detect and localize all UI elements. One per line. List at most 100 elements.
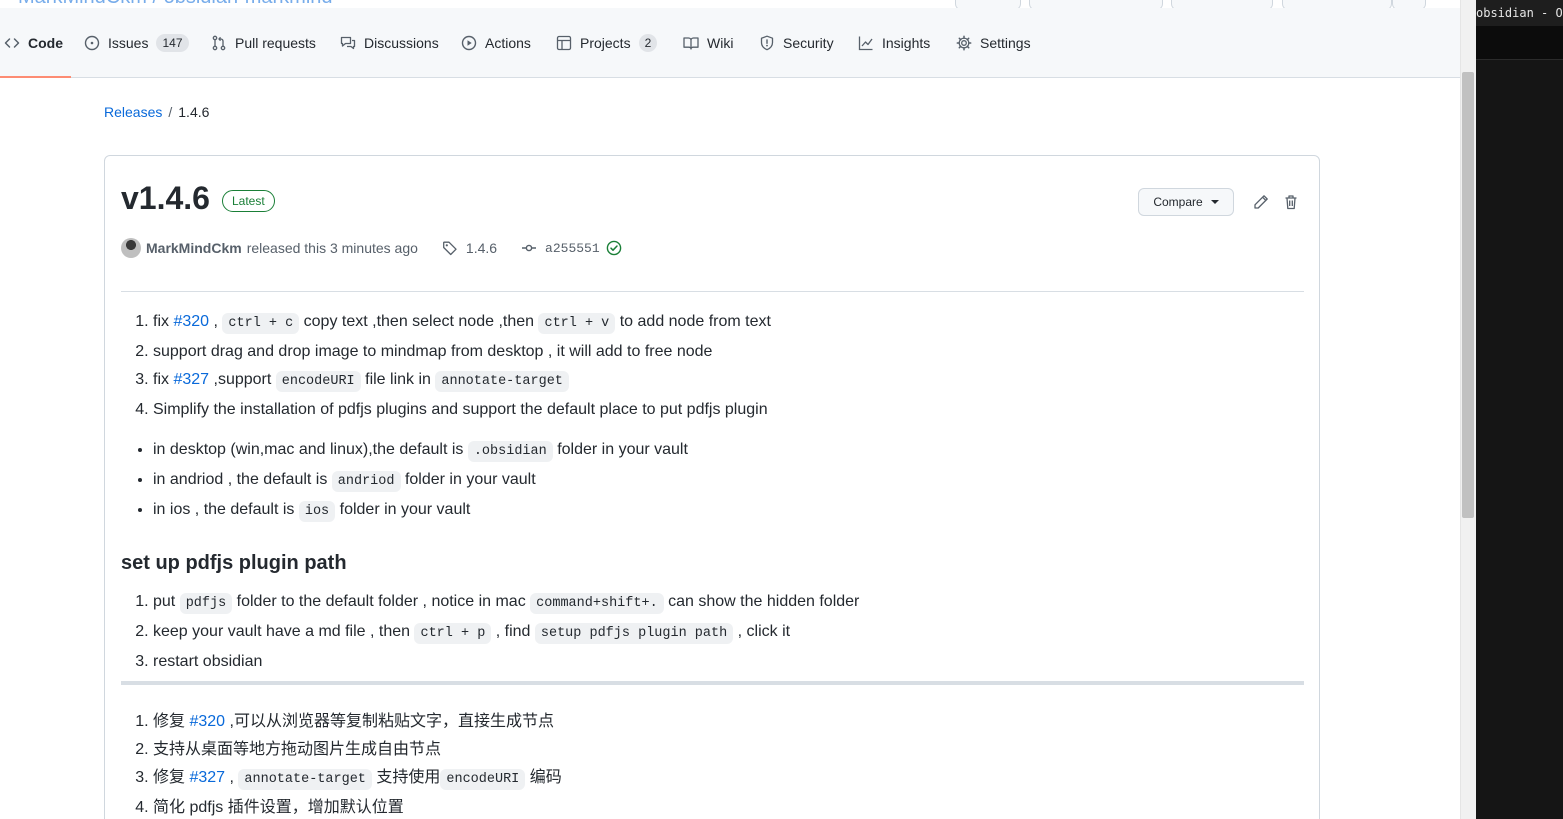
inline-code: setup pdfjs plugin path [534,623,734,644]
verified-check-icon [606,240,622,256]
book-icon [683,35,699,51]
tab-code[interactable]: Code [0,32,71,78]
inline-code: encodeURI [440,769,526,790]
commit-link[interactable]: a255551 [545,241,600,256]
repo-title[interactable]: MarkMindCkm / obsidian-markmind [18,0,333,8]
issue-link-320[interactable]: #320 [173,313,209,330]
repo-nav-tabs: Code Issues 147 Pull requests Discussion… [0,8,1460,78]
compare-label: Compare [1153,195,1203,209]
code-icon [4,35,20,51]
repo-action-button[interactable] [955,0,1021,8]
inline-code: .obsidian [467,441,553,462]
tag-icon [442,240,458,256]
list-item: fix #320 , ctrl + c copy text ,then sele… [153,308,1304,338]
list-item: 修复 #320 ,可以从浏览器等复制粘贴文字，直接生成节点 [153,708,1304,736]
section-divider [121,681,1304,685]
tab-label: Projects [580,35,631,51]
release-notes-zh: 修复 #320 ,可以从浏览器等复制粘贴文字，直接生成节点 支持从桌面等地方拖动… [121,708,1304,819]
tab-discussions[interactable]: Discussions [340,32,439,78]
tab-pull-requests[interactable]: Pull requests [211,32,316,78]
list-item: in andriod , the default is andriod fold… [153,466,1304,496]
tab-issues[interactable]: Issues 147 [84,32,189,78]
tab-label: Code [28,35,63,51]
tab-insights[interactable]: Insights [858,32,930,78]
obsidian-window-edge[interactable]: obsidian - Obsidian [1476,0,1563,819]
issue-link-320[interactable]: #320 [189,713,225,730]
pencil-icon [1254,195,1268,209]
inline-code: annotate-target [238,769,372,790]
list-item: Simplify the installation of pdfjs plugi… [153,396,1304,424]
comment-discussion-icon [340,35,356,51]
gear-icon [956,35,972,51]
scrollbar-thumb[interactable] [1462,72,1474,518]
repo-action-button[interactable] [1171,0,1273,8]
tag-link[interactable]: 1.4.6 [466,240,497,256]
list-item: fix #327 ,support encodeURI file link in… [153,366,1304,396]
caret-down-icon [1210,200,1219,204]
play-icon [461,35,477,51]
inline-code: andriod [331,471,401,492]
repo-action-button[interactable] [1029,0,1163,8]
inline-code: annotate-target [435,371,569,392]
inline-code: ctrl + v [538,313,616,334]
released-text: released this 3 minutes ago [246,240,418,256]
release-title: v1.4.6 [121,180,210,216]
tab-projects[interactable]: Projects 2 [556,32,658,78]
list-item: keep your vault have a md file , then ct… [153,618,1304,648]
inline-code: pdfjs [179,593,233,614]
issue-link-327[interactable]: #327 [173,371,209,388]
tab-label: Insights [882,35,931,51]
release-card: v1.4.6 Latest Compare MarkMindCkm releas… [104,155,1320,819]
tab-label: Settings [980,35,1031,51]
release-notes-en: fix #320 , ctrl + c copy text ,then sele… [121,308,1304,676]
issue-link-327[interactable]: #327 [189,769,225,786]
compare-button[interactable]: Compare [1138,188,1234,216]
git-commit-icon [521,240,537,256]
author-link[interactable]: MarkMindCkm [146,240,242,256]
window-toolbar [1476,26,1563,60]
section-divider [121,291,1304,292]
tab-label: Wiki [707,35,734,51]
inline-code: ios [298,501,336,522]
inline-code: encodeURI [275,371,361,392]
breadcrumb: Releases / 1.4.6 [104,104,209,120]
inline-code: command+shift+. [530,593,664,614]
list-item: in desktop (win,mac and linux),the defau… [153,436,1304,466]
inline-code: ctrl + c [222,313,300,334]
tab-settings[interactable]: Settings [956,32,1031,78]
latest-badge: Latest [222,190,275,212]
section-heading: set up pdfjs plugin path [121,552,347,574]
list-item: restart obsidian [153,648,1304,676]
inline-code: ctrl + p [414,623,492,644]
breadcrumb-current: 1.4.6 [178,104,210,120]
list-item: support drag and drop image to mindmap f… [153,338,1304,366]
author-avatar[interactable] [121,238,141,258]
list-item: 修复 #327 , annotate-target 支持使用encodeURI … [153,764,1304,794]
tab-label: Discussions [364,35,439,51]
repo-action-dropdown[interactable] [1392,0,1426,8]
breadcrumb-separator: / [168,104,173,120]
tab-wiki[interactable]: Wiki [683,32,733,78]
release-meta: MarkMindCkm released this 3 minutes ago … [121,238,622,258]
tab-label: Issues [108,35,149,51]
repo-action-button[interactable] [1282,0,1392,8]
git-pull-request-icon [211,35,227,51]
table-icon [556,35,572,51]
issue-opened-icon [84,35,100,51]
trash-icon [1285,195,1297,210]
breadcrumb-releases-link[interactable]: Releases [104,104,162,120]
tab-label: Security [783,35,834,51]
edit-release-button[interactable] [1251,192,1271,212]
tab-counter: 147 [156,34,189,52]
tab-label: Actions [485,35,531,51]
list-item: in ios , the default is ios folder in yo… [153,496,1304,526]
tab-label: Pull requests [235,35,316,51]
repo-header-cutoff: MarkMindCkm / obsidian-markmind [0,0,1460,8]
tab-actions[interactable]: Actions [461,32,531,78]
tab-security[interactable]: Security [759,32,834,78]
list-item: 支持从桌面等地方拖动图片生成自由节点 [153,736,1304,764]
tab-counter: 2 [638,34,658,52]
shield-icon [759,35,775,51]
list-item: 简化 pdfjs 插件设置，增加默认位置 [153,794,1304,819]
delete-release-button[interactable] [1281,192,1301,212]
